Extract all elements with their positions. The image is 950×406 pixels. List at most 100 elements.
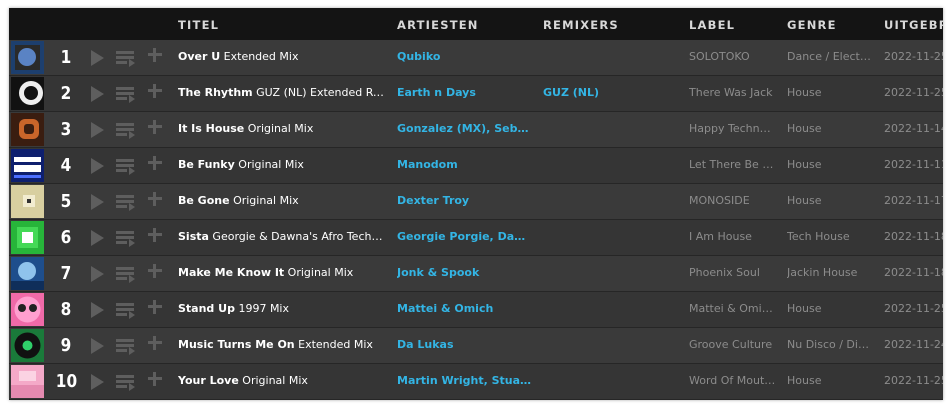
album-art[interactable] xyxy=(11,257,44,290)
column-label[interactable]: LABEL xyxy=(689,18,735,32)
track-artists[interactable]: Da Lukas xyxy=(397,338,532,351)
column-artists[interactable]: ARTIESTEN xyxy=(397,18,479,32)
play-icon[interactable] xyxy=(91,86,104,102)
add-to-playlist-icon[interactable] xyxy=(148,300,162,314)
play-icon[interactable] xyxy=(91,302,104,318)
add-to-playlist-icon[interactable] xyxy=(148,156,162,170)
track-name: The Rhythm xyxy=(178,86,253,99)
add-to-queue-icon[interactable] xyxy=(116,86,136,104)
track-artists[interactable]: Mattei & Omich xyxy=(397,302,532,315)
track-title[interactable]: The Rhythm GUZ (NL) Extended Remix xyxy=(178,86,384,99)
play-icon[interactable] xyxy=(91,266,104,282)
table-row[interactable]: 6 Sista Georgie & Dawna's Afro Tech H… G… xyxy=(9,220,943,255)
track-artists[interactable]: Earth n Days xyxy=(397,86,532,99)
play-icon[interactable] xyxy=(91,230,104,246)
album-art[interactable] xyxy=(11,41,44,74)
add-to-queue-icon[interactable] xyxy=(116,194,136,212)
track-title[interactable]: Over U Extended Mix xyxy=(178,50,384,63)
add-to-queue-icon[interactable] xyxy=(116,266,136,284)
track-title[interactable]: Be Funky Original Mix xyxy=(178,158,384,171)
track-artists[interactable]: Jonk & Spook xyxy=(397,266,532,279)
play-icon[interactable] xyxy=(91,50,104,66)
track-genre[interactable]: Jackin House xyxy=(787,266,873,279)
column-released[interactable]: UITGEBRA xyxy=(884,18,943,32)
track-title[interactable]: Be Gone Original Mix xyxy=(178,194,384,207)
track-artists[interactable]: Qubiko xyxy=(397,50,532,63)
album-art[interactable] xyxy=(11,365,44,398)
add-to-playlist-icon[interactable] xyxy=(148,84,162,98)
add-to-playlist-icon[interactable] xyxy=(148,48,162,62)
track-title[interactable]: Sista Georgie & Dawna's Afro Tech H… xyxy=(178,230,384,243)
table-row[interactable]: 1 Over U Extended Mix Qubiko SOLOTOKO Da… xyxy=(9,40,943,75)
table-row[interactable]: 5 Be Gone Original Mix Dexter Troy MONOS… xyxy=(9,184,943,219)
track-genre[interactable]: House xyxy=(787,374,873,387)
add-to-queue-icon[interactable] xyxy=(116,338,136,356)
table-row[interactable]: 4 Be Funky Original Mix Manodom Let Ther… xyxy=(9,148,943,183)
track-remixers[interactable]: GUZ (NL) xyxy=(543,86,673,99)
add-to-queue-icon[interactable] xyxy=(116,374,136,392)
track-label[interactable]: Word Of Mout… xyxy=(689,374,776,387)
column-title[interactable]: TITEL xyxy=(178,18,219,32)
play-icon[interactable] xyxy=(91,338,104,354)
add-to-playlist-icon[interactable] xyxy=(148,120,162,134)
play-icon[interactable] xyxy=(91,122,104,138)
album-art[interactable] xyxy=(11,293,44,326)
track-label[interactable]: Groove Culture xyxy=(689,338,776,351)
track-artists[interactable]: Dexter Troy xyxy=(397,194,532,207)
track-label[interactable]: Phoenix Soul xyxy=(689,266,776,279)
add-to-queue-icon[interactable] xyxy=(116,122,136,140)
add-to-queue-icon[interactable] xyxy=(116,158,136,176)
table-row[interactable]: 7 Make Me Know It Original Mix Jonk & Sp… xyxy=(9,256,943,291)
add-to-queue-icon[interactable] xyxy=(116,50,136,68)
album-art[interactable] xyxy=(11,185,44,218)
table-row[interactable]: 8 Stand Up 1997 Mix Mattei & Omich Matte… xyxy=(9,292,943,327)
track-name: Make Me Know It xyxy=(178,266,285,279)
track-title[interactable]: It Is House Original Mix xyxy=(178,122,384,135)
track-genre[interactable]: Tech House xyxy=(787,230,873,243)
add-to-playlist-icon[interactable] xyxy=(148,228,162,242)
track-genre[interactable]: House xyxy=(787,122,873,135)
add-to-playlist-icon[interactable] xyxy=(148,192,162,206)
track-artists[interactable]: Georgie Porgie, Dawna … xyxy=(397,230,532,243)
add-to-queue-icon[interactable] xyxy=(116,230,136,248)
album-art[interactable] xyxy=(11,77,44,110)
track-genre[interactable]: House xyxy=(787,158,873,171)
track-genre[interactable]: Nu Disco / Disco xyxy=(787,338,873,351)
add-to-queue-icon[interactable] xyxy=(116,302,136,320)
track-title[interactable]: Stand Up 1997 Mix xyxy=(178,302,384,315)
track-title[interactable]: Music Turns Me On Extended Mix xyxy=(178,338,384,351)
album-art[interactable] xyxy=(11,149,44,182)
track-label[interactable]: MONOSIDE xyxy=(689,194,776,207)
column-remixers[interactable]: REMIXERS xyxy=(543,18,619,32)
table-row[interactable]: 3 It Is House Original Mix Gonzalez (MX)… xyxy=(9,112,943,147)
table-row[interactable]: 2 The Rhythm GUZ (NL) Extended Remix Ear… xyxy=(9,76,943,111)
add-to-playlist-icon[interactable] xyxy=(148,372,162,386)
track-label[interactable]: There Was Jack xyxy=(689,86,776,99)
add-to-playlist-icon[interactable] xyxy=(148,264,162,278)
track-title[interactable]: Your Love Original Mix xyxy=(178,374,384,387)
track-genre[interactable]: Dance / Electr… xyxy=(787,50,873,63)
track-artists[interactable]: Manodom xyxy=(397,158,532,171)
track-genre[interactable]: House xyxy=(787,302,873,315)
track-label[interactable]: Happy Techno … xyxy=(689,122,776,135)
play-icon[interactable] xyxy=(91,158,104,174)
play-icon[interactable] xyxy=(91,374,104,390)
table-row[interactable]: 9 Music Turns Me On Extended Mix Da Luka… xyxy=(9,328,943,363)
track-label[interactable]: Mattei & Omic… xyxy=(689,302,776,315)
play-icon[interactable] xyxy=(91,194,104,210)
add-to-playlist-icon[interactable] xyxy=(148,336,162,350)
track-artists[interactable]: Gonzalez (MX), Sebasti… xyxy=(397,122,532,135)
album-art[interactable] xyxy=(11,221,44,254)
track-release-date: 2022-11-18 xyxy=(884,230,943,243)
table-row[interactable]: 10 Your Love Original Mix Martin Wright,… xyxy=(9,364,943,399)
track-title[interactable]: Make Me Know It Original Mix xyxy=(178,266,384,279)
track-artists[interactable]: Martin Wright, Stuart O… xyxy=(397,374,532,387)
album-art[interactable] xyxy=(11,113,44,146)
album-art[interactable] xyxy=(11,329,44,362)
track-label[interactable]: Let There Be H… xyxy=(689,158,776,171)
track-label[interactable]: SOLOTOKO xyxy=(689,50,776,63)
track-genre[interactable]: House xyxy=(787,86,873,99)
column-genre[interactable]: GENRE xyxy=(787,18,837,32)
track-genre[interactable]: House xyxy=(787,194,873,207)
track-label[interactable]: I Am House xyxy=(689,230,776,243)
